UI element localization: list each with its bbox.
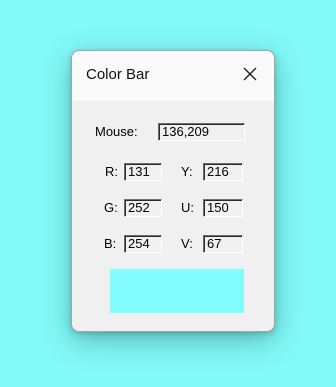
r-label: R: <box>105 164 118 179</box>
b-value-field: 254 <box>124 235 162 253</box>
y-label: Y: <box>181 164 193 179</box>
r-value-field: 131 <box>124 163 162 181</box>
b-label: B: <box>104 236 117 251</box>
g-value-field: 252 <box>124 199 162 217</box>
g-label: G: <box>104 200 118 215</box>
v-label: V: <box>181 236 193 251</box>
mouse-label: Mouse: <box>95 124 138 139</box>
window-title: Color Bar <box>86 66 150 83</box>
v-value-field: 67 <box>203 235 243 253</box>
u-label: U: <box>181 200 194 215</box>
color-bar-window: Color Bar Mouse: 136,209 R: 131 Y: 216 G… <box>71 50 275 332</box>
y-value-field: 216 <box>203 163 243 181</box>
title-bar: Color Bar <box>72 51 274 101</box>
close-button[interactable] <box>238 62 262 86</box>
close-icon <box>243 67 257 81</box>
u-value-field: 150 <box>203 199 243 217</box>
mouse-coordinates-field: 136,209 <box>158 123 245 141</box>
color-preview-swatch <box>110 269 244 313</box>
